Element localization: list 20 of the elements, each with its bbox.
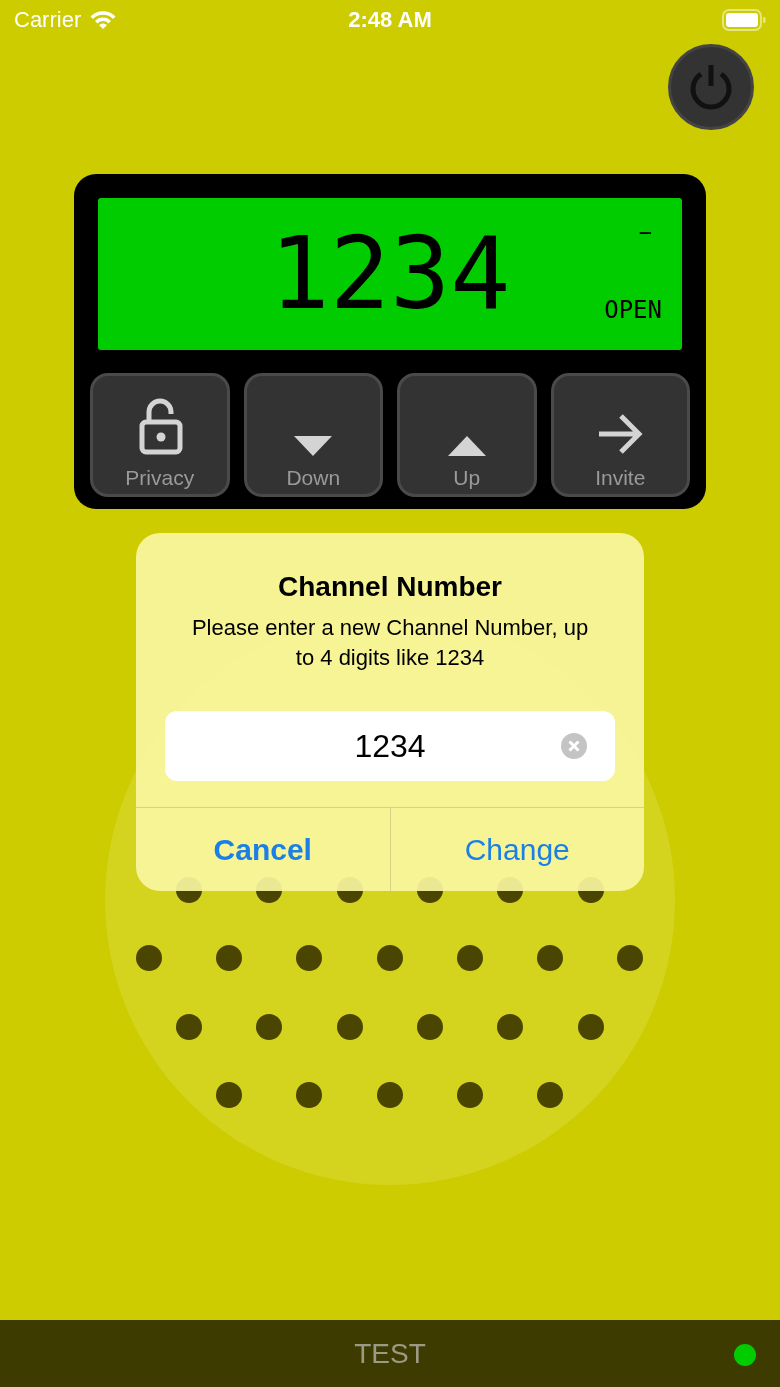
channel-number: 1234 [269, 224, 511, 324]
dialog-button[interactable]: Cancel [136, 808, 390, 891]
channel-state: OPEN [604, 296, 662, 324]
dialog-message: Please enter a new Channel Number, up to 4 digits like 1234 [190, 614, 590, 672]
bottom-label: TEST [354, 1337, 426, 1370]
arrow-right-icon [597, 412, 644, 456]
dialog-button[interactable]: Change [389, 808, 644, 891]
battery-icon [722, 9, 766, 31]
control-button[interactable]: Privacy [90, 373, 230, 497]
clock-time: 2:48 AM [348, 7, 432, 33]
signal-indicator: − [638, 220, 652, 245]
control-button[interactable]: Up [397, 373, 537, 497]
triangle-up-icon [447, 436, 486, 456]
wifi-icon [89, 10, 118, 30]
control-button[interactable]: Down [243, 373, 383, 497]
control-button[interactable]: Invite [550, 373, 690, 497]
carrier-label: Carrier [14, 7, 82, 33]
channel-input[interactable]: 1234 [165, 711, 615, 781]
dialog-title: Channel Number [278, 571, 502, 603]
triangle-down-icon [294, 436, 333, 456]
